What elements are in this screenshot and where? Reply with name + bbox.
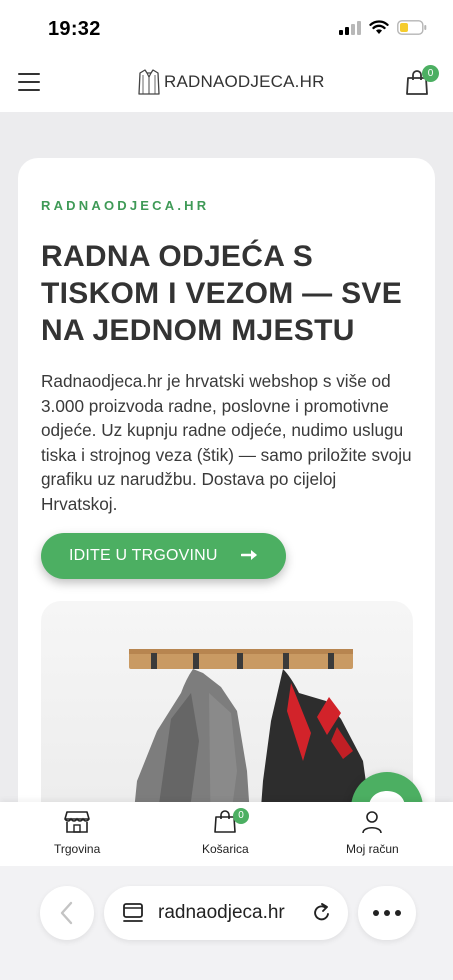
nav-label-account: Moj račun — [346, 842, 399, 856]
browser-address-bar[interactable]: radnaodjeca.hr — [104, 886, 348, 940]
bottom-navigation: Trgovina 0 Košarica Moj račun — [0, 802, 453, 866]
nav-item-shop[interactable]: Trgovina — [54, 810, 100, 856]
arrow-right-icon — [241, 550, 257, 560]
user-icon — [362, 811, 383, 834]
go-to-shop-button[interactable]: IDITE U TRGOVINU — [41, 533, 286, 579]
header-cart-button[interactable]: 0 — [405, 65, 439, 96]
status-bar: 19:32 — [0, 0, 453, 56]
chevron-left-icon — [60, 901, 73, 925]
nav-item-cart[interactable]: 0 Košarica — [202, 808, 249, 856]
browser-back-button[interactable] — [40, 886, 94, 940]
site-header: RADNAODJECA.HR 0 — [0, 56, 453, 112]
nav-label-cart: Košarica — [202, 842, 249, 856]
menu-line — [18, 73, 40, 75]
nav-cart-count-badge: 0 — [233, 808, 249, 824]
hero-description: Radnaodjeca.hr je hrvatski webshop s viš… — [41, 371, 412, 514]
status-time: 19:32 — [48, 18, 101, 40]
go-to-shop-label: IDITE U TRGOVINU — [69, 547, 218, 564]
shirt-logo-icon — [138, 69, 160, 95]
nav-item-account[interactable]: Moj račun — [346, 810, 399, 856]
more-dots-icon — [373, 910, 401, 916]
site-logo[interactable]: RADNAODJECA.HR — [138, 69, 325, 95]
browser-toolbar: radnaodjeca.hr — [0, 866, 453, 980]
hero-eyebrow: RADNAODJECA.HR — [41, 198, 210, 213]
cart-count-badge: 0 — [422, 65, 439, 82]
menu-line — [18, 89, 40, 91]
hero-title: RADNA ODJEĆA S TISKOM I VEZOM — SVE NA J… — [41, 240, 403, 347]
status-icons — [339, 20, 427, 35]
hamburger-menu-icon[interactable] — [18, 73, 40, 91]
menu-line — [18, 81, 40, 83]
page-layout-icon — [123, 903, 143, 922]
hero-card: RADNAODJECA.HR RADNA ODJEĆA S TISKOM I V… — [18, 158, 435, 861]
browser-url-text: radnaodjeca.hr — [158, 902, 285, 923]
wifi-icon — [369, 20, 389, 34]
reload-icon[interactable] — [311, 902, 333, 924]
battery-low-icon — [397, 20, 427, 35]
browser-more-button[interactable] — [358, 886, 416, 940]
logo-text: RADNAODJECA.HR — [164, 72, 325, 91]
store-icon — [64, 811, 90, 833]
nav-label-shop: Trgovina — [54, 842, 101, 856]
cellular-signal-icon — [339, 20, 361, 35]
